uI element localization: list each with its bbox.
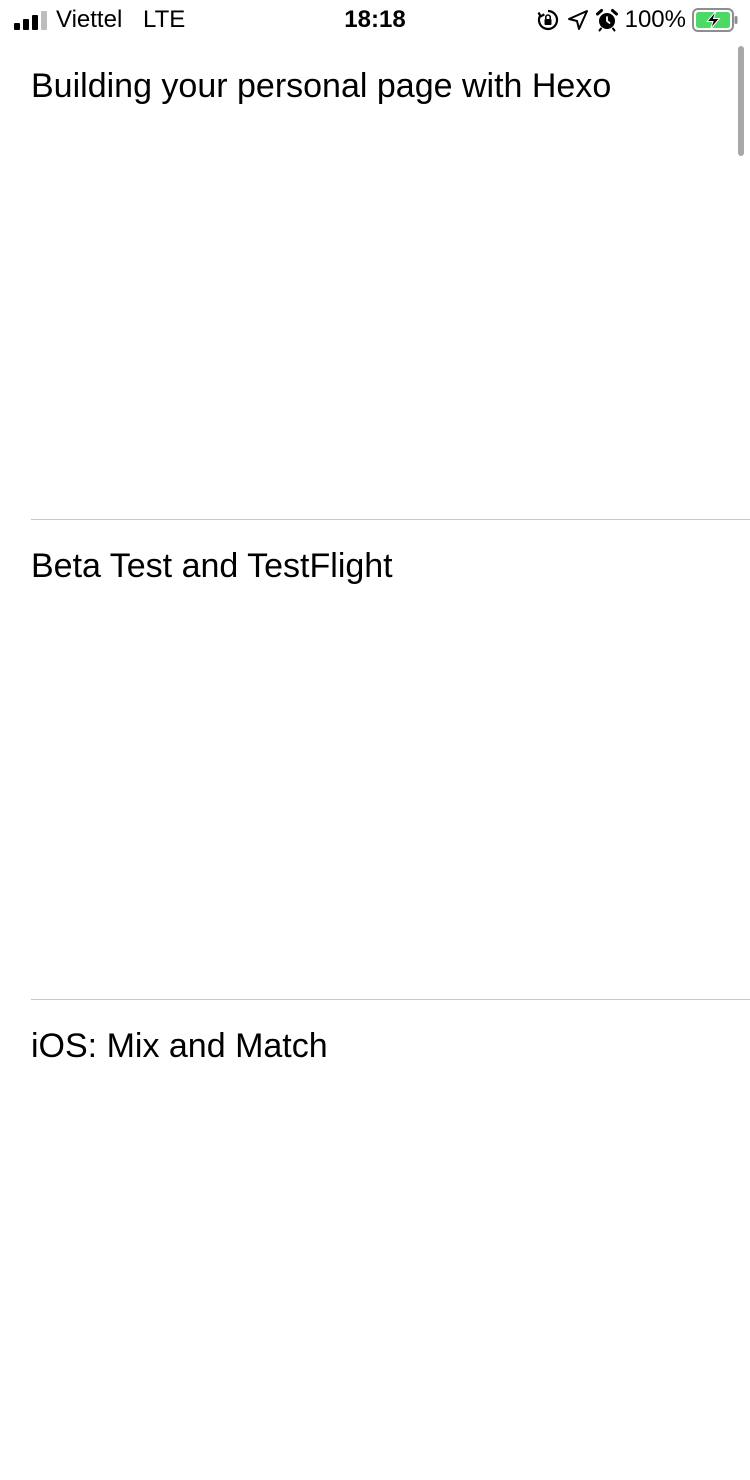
post-list: Building your personal page with Hexo Be… [0,40,750,1480]
post-cell[interactable]: Beta Test and TestFlight [0,520,750,1000]
rotation-lock-icon [537,9,558,31]
status-icons: 100% [537,6,738,34]
location-arrow-icon [567,10,588,30]
post-cell[interactable]: iOS: Mix and Match [0,1000,750,1480]
status-bar: Viettel LTE 18:18 100% [0,0,750,40]
post-cell[interactable]: Building your personal page with Hexo [0,40,750,520]
post-title: Building your personal page with Hexo [31,67,612,105]
post-title: iOS: Mix and Match [31,1027,328,1065]
battery-charging-icon [692,8,738,32]
post-title: Beta Test and TestFlight [31,547,393,585]
battery-percent: 100% [624,6,686,33]
alarm-clock-icon [595,9,618,32]
